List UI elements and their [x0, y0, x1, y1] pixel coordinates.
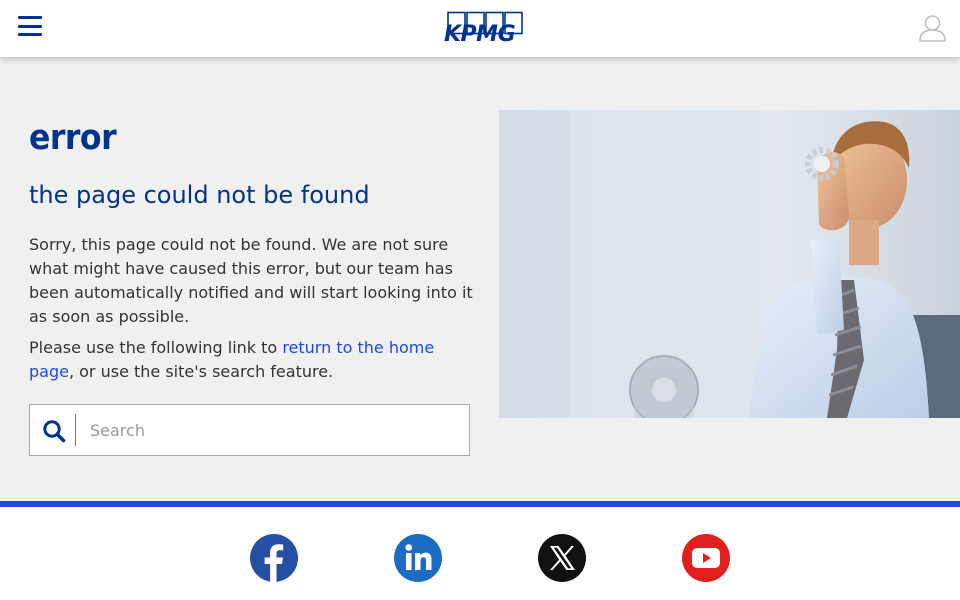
man-with-gear-illustration [499, 110, 960, 418]
user-icon[interactable] [919, 14, 946, 42]
logo-text: KPMG [444, 22, 516, 47]
search-icon [43, 420, 66, 443]
search-divider [75, 414, 76, 446]
search-bar [29, 404, 470, 456]
search-input[interactable] [90, 413, 460, 447]
help-prefix: Please use the following link to [29, 338, 283, 357]
linkedin-link[interactable] [394, 534, 442, 582]
help-suffix: , or use the site's search feature. [68, 362, 334, 381]
x-twitter-icon [550, 546, 575, 570]
site-header: KPMG [0, 0, 960, 57]
x-twitter-link[interactable] [538, 534, 586, 582]
youtube-icon [692, 548, 720, 568]
hamburger-menu-icon[interactable] [18, 16, 42, 38]
site-footer [0, 501, 960, 600]
search-button[interactable] [30, 405, 76, 455]
facebook-icon [264, 544, 284, 582]
youtube-link[interactable] [682, 534, 730, 582]
kpmg-logo[interactable]: KPMG [444, 11, 528, 47]
hero-image [499, 110, 960, 418]
error-message: Sorry, this page could not be found. We … [29, 235, 473, 326]
facebook-link[interactable] [250, 534, 298, 582]
help-text: Please use the following link to return … [29, 336, 473, 384]
page-title: error [29, 118, 117, 158]
page-subtitle: the page could not be found [29, 181, 370, 209]
linkedin-icon [405, 544, 432, 570]
main-content: error the page could not be found Sorry,… [0, 57, 960, 501]
